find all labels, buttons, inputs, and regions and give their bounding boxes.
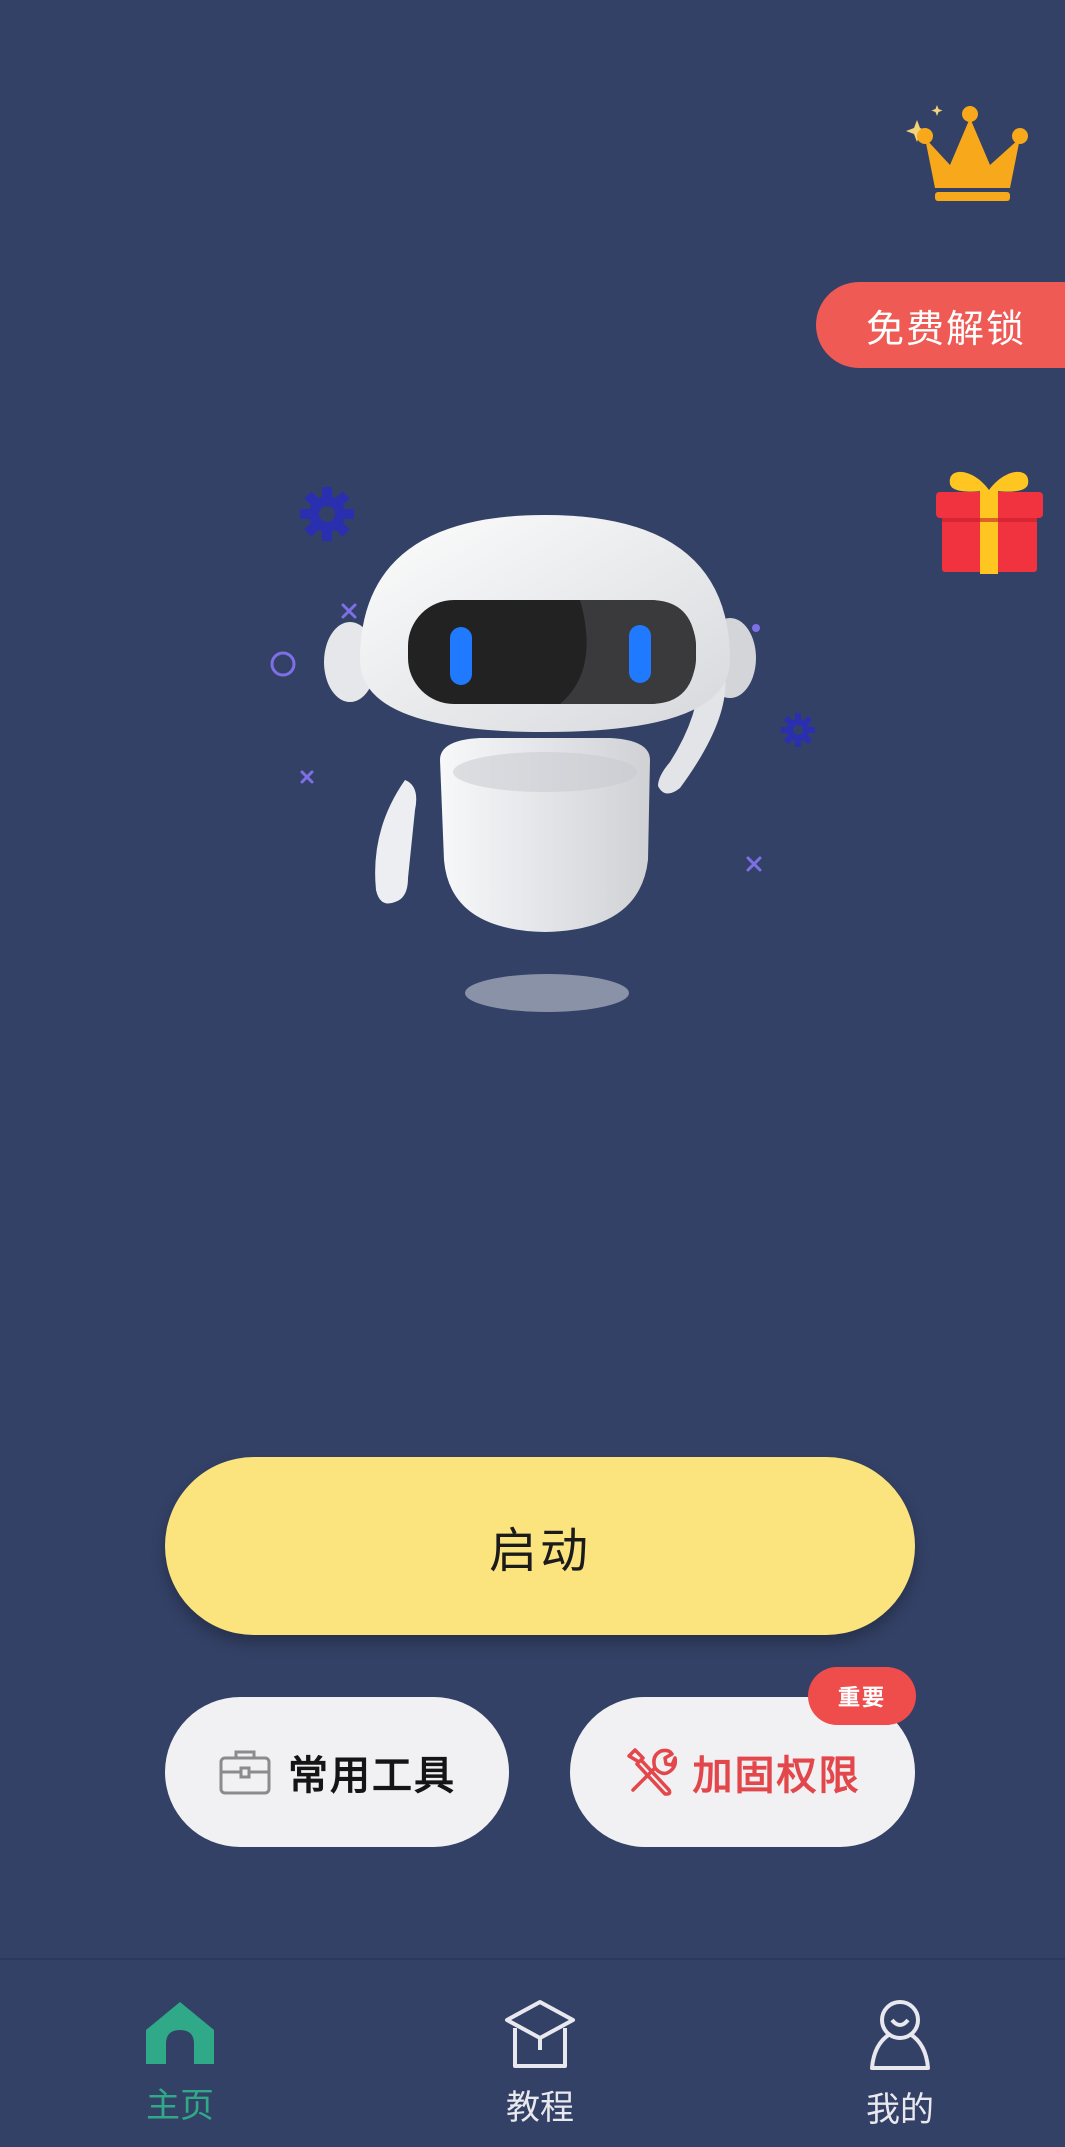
home-icon: [146, 2002, 214, 2064]
nav-item-tutorial[interactable]: 教程: [440, 1960, 640, 2147]
gear-icon: [781, 713, 815, 747]
common-tools-button[interactable]: 常用工具: [165, 1697, 509, 1847]
nav-item-home[interactable]: 主页: [80, 1960, 280, 2147]
free-unlock-label: 免费解锁: [866, 306, 1027, 351]
nav-label-mine: 我的: [866, 2090, 934, 2130]
nav-item-mine[interactable]: 我的: [800, 1960, 1000, 2147]
robot-illustration: [270, 487, 815, 1012]
toolbox-icon: [219, 1750, 271, 1795]
gear-icon: [300, 487, 354, 541]
bottom-navigation: 主页 教程 我的: [0, 1958, 1065, 2147]
nav-label-home: 主页: [146, 2086, 214, 2126]
reinforce-permissions-label: 加固权限: [692, 1753, 861, 1799]
important-badge-label: 重要: [837, 1686, 886, 1711]
wrench-screwdriver-icon: [626, 1748, 677, 1796]
free-unlock-button[interactable]: 免费解锁: [816, 282, 1065, 368]
important-badge: 重要: [808, 1667, 916, 1725]
nav-label-tutorial: 教程: [506, 2088, 574, 2128]
user-icon: [870, 2000, 930, 2070]
start-button-label: 启动: [488, 1523, 591, 1579]
start-button[interactable]: 启动: [165, 1457, 915, 1635]
graduation-cap-icon: [505, 2000, 575, 2068]
crown-vip-icon[interactable]: [895, 100, 1035, 205]
common-tools-label: 常用工具: [288, 1753, 456, 1799]
gift-icon[interactable]: [932, 462, 1047, 574]
